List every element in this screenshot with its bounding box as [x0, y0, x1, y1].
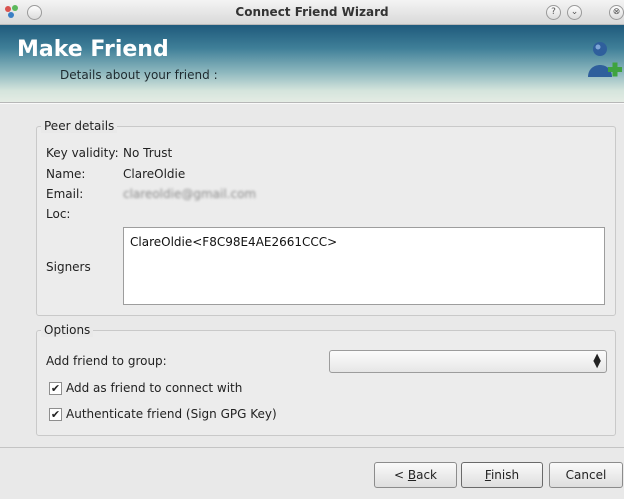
button-bar-divider: [0, 447, 624, 448]
cancel-button[interactable]: Cancel: [549, 462, 623, 488]
page-title: Make Friend: [17, 37, 169, 62]
group-select[interactable]: ▲ ▼: [329, 350, 607, 373]
add-as-friend-label[interactable]: Add as friend to connect with: [66, 381, 242, 395]
options-title: Options: [41, 323, 94, 337]
name-label: Name:: [46, 167, 86, 181]
email-label: Email:: [46, 187, 84, 201]
title-bar: Connect Friend Wizard ? ⌄ ⊗: [0, 0, 624, 25]
back-prefix: <: [393, 468, 408, 482]
add-as-friend-checkbox[interactable]: ✔: [49, 382, 62, 395]
minimize-button[interactable]: ⌄: [567, 5, 582, 20]
key-validity-value: No Trust: [123, 146, 173, 160]
back-rest: ack: [416, 468, 437, 482]
signers-label: Signers: [46, 260, 91, 274]
add-to-group-label: Add friend to group:: [46, 354, 167, 368]
name-value: ClareOldie: [123, 167, 186, 181]
authenticate-label[interactable]: Authenticate friend (Sign GPG Key): [66, 407, 277, 421]
back-button[interactable]: < Back: [374, 462, 457, 488]
window-title: Connect Friend Wizard: [235, 5, 389, 19]
wizard-header: Make Friend Details about your friend :: [0, 25, 624, 102]
peer-details-title: Peer details: [41, 119, 118, 133]
email-value: clareoldie@gmail.com: [123, 187, 257, 201]
finish-rest: inish: [490, 468, 520, 482]
page-subtitle: Details about your friend :: [60, 68, 218, 82]
help-button[interactable]: ?: [546, 5, 561, 20]
key-validity-label: Key validity:: [46, 146, 119, 160]
select-arrows-icon: ▲ ▼: [593, 352, 601, 370]
header-divider-highlight: [0, 103, 624, 104]
finish-button[interactable]: Finish: [461, 462, 543, 488]
back-mnemonic: B: [407, 468, 417, 482]
authenticate-checkbox[interactable]: ✔: [49, 408, 62, 421]
close-button[interactable]: ⊗: [609, 5, 624, 20]
loc-label: Loc:: [46, 207, 71, 221]
signer-item[interactable]: ClareOldie<F8C98E4AE2661CCC>: [130, 235, 337, 249]
signers-list[interactable]: ClareOldie<F8C98E4AE2661CCC>: [123, 227, 605, 305]
add-friend-icon: [588, 42, 622, 77]
